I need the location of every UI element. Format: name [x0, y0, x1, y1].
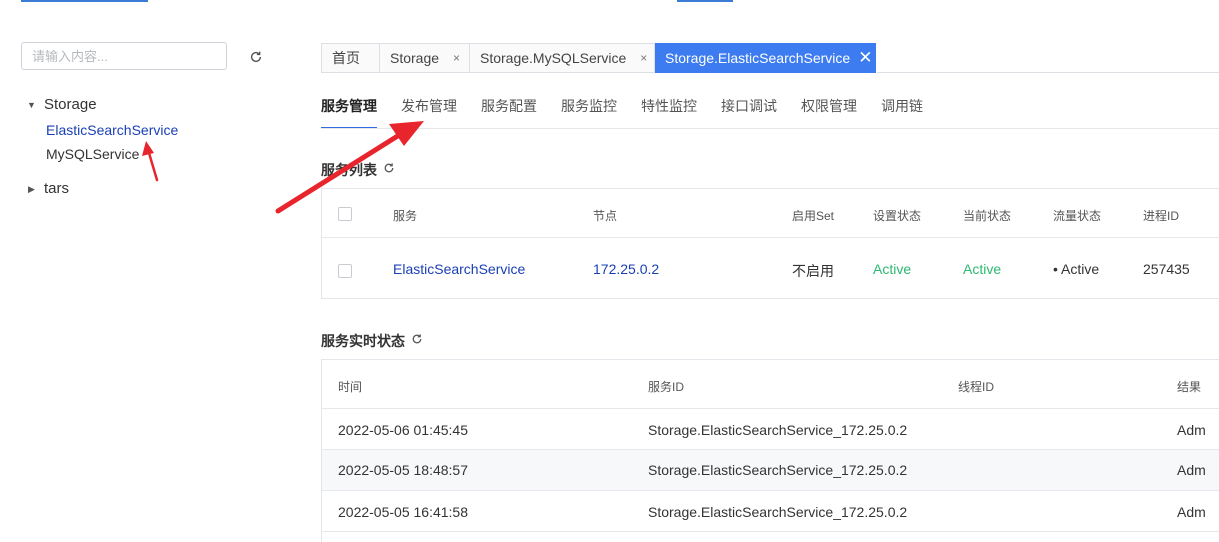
annotation-arrows	[142, 121, 424, 214]
annotation-arrow-icon	[275, 121, 424, 214]
annotation-arrow-icon	[142, 141, 159, 182]
